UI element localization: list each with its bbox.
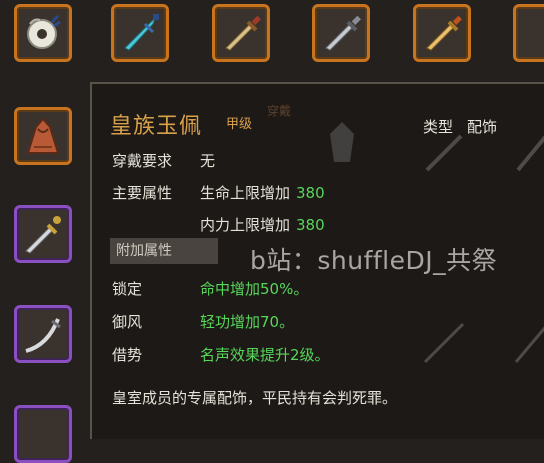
ghost-armor-icon [330,122,354,162]
slot-cyan-sword[interactable] [111,4,169,62]
item-tooltip: 皇族玉佩 甲级 穿戴 类型 配饰 穿戴要求 无 主要属性 生命上限增加 380 内… [90,82,544,439]
ghost-blade-icon [516,135,544,172]
main-attr-value: 380 [296,184,325,202]
slot-silver-sword[interactable] [312,4,370,62]
slot-partial[interactable] [513,4,544,62]
extra-attr-header: 附加属性 [110,238,218,264]
extra-attr-value: 轻功增加70。 [200,313,295,331]
equipped-stamp: 穿戴 [266,104,291,118]
extra-attr-value: 名声效果提升2级。 [200,346,330,364]
watermark: b站：shuffleDJ_共祭 [250,246,498,275]
extra-attr-label: 借势 [112,346,143,364]
type-label: 类型 [423,118,454,136]
golden-sword-icon [426,15,462,51]
item-name: 皇族玉佩 [110,114,203,139]
main-attr-row: 内力上限增加 380 [200,214,325,235]
ghost-spear-icon [423,322,465,364]
slot-jade-pendant[interactable] [14,4,72,62]
slot-curved-sword[interactable] [14,305,72,363]
slot-ornate-sword[interactable] [14,205,72,263]
red-cloak-icon [26,117,60,154]
extra-attr-label: 御风 [112,313,143,331]
slot-golden-sword[interactable] [413,4,471,62]
ornate-sword-icon [25,216,61,254]
type-value: 配饰 [467,118,498,136]
bronze-sword-icon [225,15,261,51]
main-attr-row: 生命上限增加 380 [200,182,325,203]
main-attr-text: 生命上限增加 [200,184,291,202]
extra-attr-label: 锁定 [112,280,143,298]
item-grade: 甲级 [226,117,253,132]
jade-pendant-icon [27,14,61,49]
main-attr-text: 内力上限增加 [200,216,291,234]
requirement-value: 无 [200,152,216,170]
extra-attr-value: 命中增加50%。 [200,280,309,298]
item-description: 皇室成员的专属配饰，平民持有会判死罪。 [112,389,398,407]
silver-sword-icon [325,15,361,51]
cyan-sword-icon [124,14,159,51]
slot-bronze-sword[interactable] [212,4,270,62]
requirement-label: 穿戴要求 [112,152,173,170]
curved-sword-icon [25,318,61,353]
slot-red-cloak[interactable] [14,107,72,165]
slot-lower[interactable] [14,405,72,463]
main-attr-label: 主要属性 [112,184,173,202]
ghost-spear-icon [514,326,544,363]
main-attr-value: 380 [296,216,325,234]
